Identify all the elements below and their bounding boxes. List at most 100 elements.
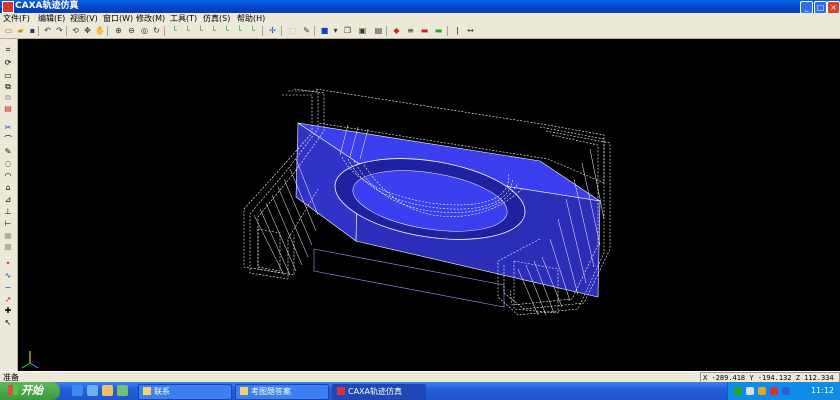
mirror-icon[interactable]: ⊢ (3, 219, 13, 228)
rotate-icon[interactable]: └ (209, 26, 218, 35)
copy-icon[interactable]: ⧉ (3, 82, 13, 91)
offset-icon[interactable]: ∽ (3, 283, 13, 292)
move-icon[interactable]: ✢ (268, 26, 277, 35)
start-label: 开始 (21, 384, 43, 397)
offset-icon[interactable]: ↗ (3, 295, 13, 304)
layer-icon[interactable]: ≡ (406, 26, 415, 35)
menu-edit[interactable]: 编辑(E) (38, 13, 65, 24)
arc-icon[interactable]: ⌒ (3, 135, 13, 144)
line-icon[interactable]: └ (170, 26, 179, 35)
cube-icon[interactable]: ❐ (343, 26, 352, 35)
rotate-icon[interactable]: ⟳ (3, 58, 13, 67)
window-icon[interactable]: ▣ (358, 26, 367, 35)
ie-icon[interactable] (72, 385, 83, 396)
array-icon[interactable]: ▦ (3, 242, 13, 251)
menu-bar: 文件(F) 编辑(E) 视图(V) 窗口(W) 修改(M) 工具(T) 仿真(S… (0, 13, 840, 24)
windows-flag-icon (8, 385, 18, 395)
hand-icon[interactable]: ✥ (83, 26, 92, 35)
axes-icon (21, 351, 39, 369)
snap-icon[interactable]: └ (235, 26, 244, 35)
layer-icon[interactable]: ◆ (392, 26, 401, 35)
toolbar-separator (447, 26, 448, 36)
menu-file[interactable]: 文件(F) (3, 13, 30, 24)
main-toolbar: ▭ ▰ ▪ ↶ ↷ ⟲ ✥ ✋ ⊕ ⊖ ◎ ↻ └ └ └ └ └ └ └ ✢ … (0, 24, 840, 39)
system-tray: 11:12 (727, 382, 840, 400)
pan-icon[interactable]: ⟲ (71, 26, 80, 35)
menu-window[interactable]: 窗口(W) (103, 13, 133, 24)
axis-icon[interactable]: └ (196, 26, 205, 35)
network-icon[interactable] (734, 387, 742, 395)
select-icon[interactable]: ⬚ (288, 26, 297, 35)
redo-icon[interactable]: ↷ (55, 26, 64, 35)
task-folder-answers[interactable]: 考图题答案 (235, 384, 329, 400)
rectangle-icon[interactable]: ▭ (3, 71, 13, 80)
graphics-viewport[interactable] (18, 39, 840, 371)
quicklaunch-icon[interactable] (117, 385, 128, 396)
scissors-icon[interactable]: ✂ (3, 123, 13, 132)
input-method-icon[interactable] (782, 387, 790, 395)
task-folder-lianxi[interactable]: 联系 (138, 384, 232, 400)
zoom-window-icon[interactable]: ◎ (140, 26, 149, 35)
pencil-icon[interactable]: ✎ (3, 147, 13, 156)
toolbar-separator (314, 26, 315, 36)
toolbar-separator (164, 26, 165, 36)
toolbar-separator (66, 26, 67, 36)
toolbar-separator (38, 26, 39, 36)
workpiece-part (295, 122, 601, 308)
volume-icon[interactable] (746, 387, 754, 395)
tag-icon[interactable]: ▤ (3, 104, 13, 113)
circle-icon[interactable]: ◌ (3, 159, 13, 168)
app-icon (2, 1, 14, 13)
paste-icon[interactable]: ⧉ (3, 93, 13, 102)
folder-icon (143, 387, 151, 395)
media-player-icon[interactable] (87, 385, 98, 396)
undo-icon[interactable]: ↶ (43, 26, 52, 35)
desktop-icon[interactable] (102, 385, 113, 396)
tool-icon[interactable]: ✚ (3, 306, 13, 315)
task-label: CAXA轨迹仿真 (348, 387, 403, 396)
clock: 11:12 (810, 386, 834, 395)
measure-icon[interactable]: ǀ (453, 26, 462, 35)
pencil-icon[interactable]: ✎ (302, 26, 311, 35)
copy-icon[interactable]: ▤ (374, 26, 383, 35)
title-bar: CAXA轨迹仿真 _ □ × (0, 0, 840, 14)
spline-icon[interactable]: ∿ (3, 271, 13, 280)
toolbar-separator (262, 26, 263, 36)
box-icon[interactable]: ■ (320, 26, 329, 35)
start-button[interactable]: 开始 (0, 382, 60, 400)
dimension-icon[interactable]: ↔ (466, 26, 475, 35)
cursor-icon[interactable]: ↖ (3, 318, 13, 327)
refresh-icon[interactable]: ↻ (152, 26, 161, 35)
task-label: 联系 (154, 387, 170, 396)
point-icon[interactable]: • (3, 259, 13, 268)
zoom-out-icon[interactable]: ⊖ (127, 26, 136, 35)
antivirus-icon[interactable] (770, 387, 778, 395)
color-icon[interactable]: ▬ (434, 26, 443, 35)
ruler-icon[interactable]: ⊿ (3, 195, 13, 204)
menu-help[interactable]: 帮助(H) (237, 13, 265, 24)
line-icon[interactable]: ⌂ (3, 183, 13, 192)
line-icon[interactable]: └ (248, 26, 257, 35)
hand-icon[interactable]: ✋ (95, 26, 105, 35)
zoom-in-icon[interactable]: ⊕ (114, 26, 123, 35)
folder-icon (240, 387, 248, 395)
arc-icon[interactable]: ◠ (3, 171, 13, 180)
menu-simulate[interactable]: 仿真(S) (203, 13, 230, 24)
security-icon[interactable] (758, 387, 766, 395)
new-file-icon[interactable]: ▭ (4, 26, 13, 35)
save-icon[interactable]: ▪ (28, 26, 37, 35)
color-icon[interactable]: ▬ (420, 26, 429, 35)
task-caxa[interactable]: CAXA轨迹仿真 (332, 384, 426, 400)
menu-tools[interactable]: 工具(T) (170, 13, 197, 24)
menu-modify[interactable]: 修改(M) (136, 13, 165, 24)
plane-icon[interactable]: └ (183, 26, 192, 35)
curve-icon[interactable]: └ (222, 26, 231, 35)
open-file-icon[interactable]: ▰ (16, 26, 25, 35)
trim-icon[interactable]: ⌗ (3, 45, 13, 54)
menu-view[interactable]: 视图(V) (70, 13, 98, 24)
caxa-icon (337, 387, 345, 395)
tool-icon[interactable]: ⊥ (3, 207, 13, 216)
chevron-down-icon[interactable]: ▾ (331, 26, 340, 35)
toolbar-separator (386, 26, 387, 36)
array-icon[interactable]: ▦ (3, 231, 13, 240)
